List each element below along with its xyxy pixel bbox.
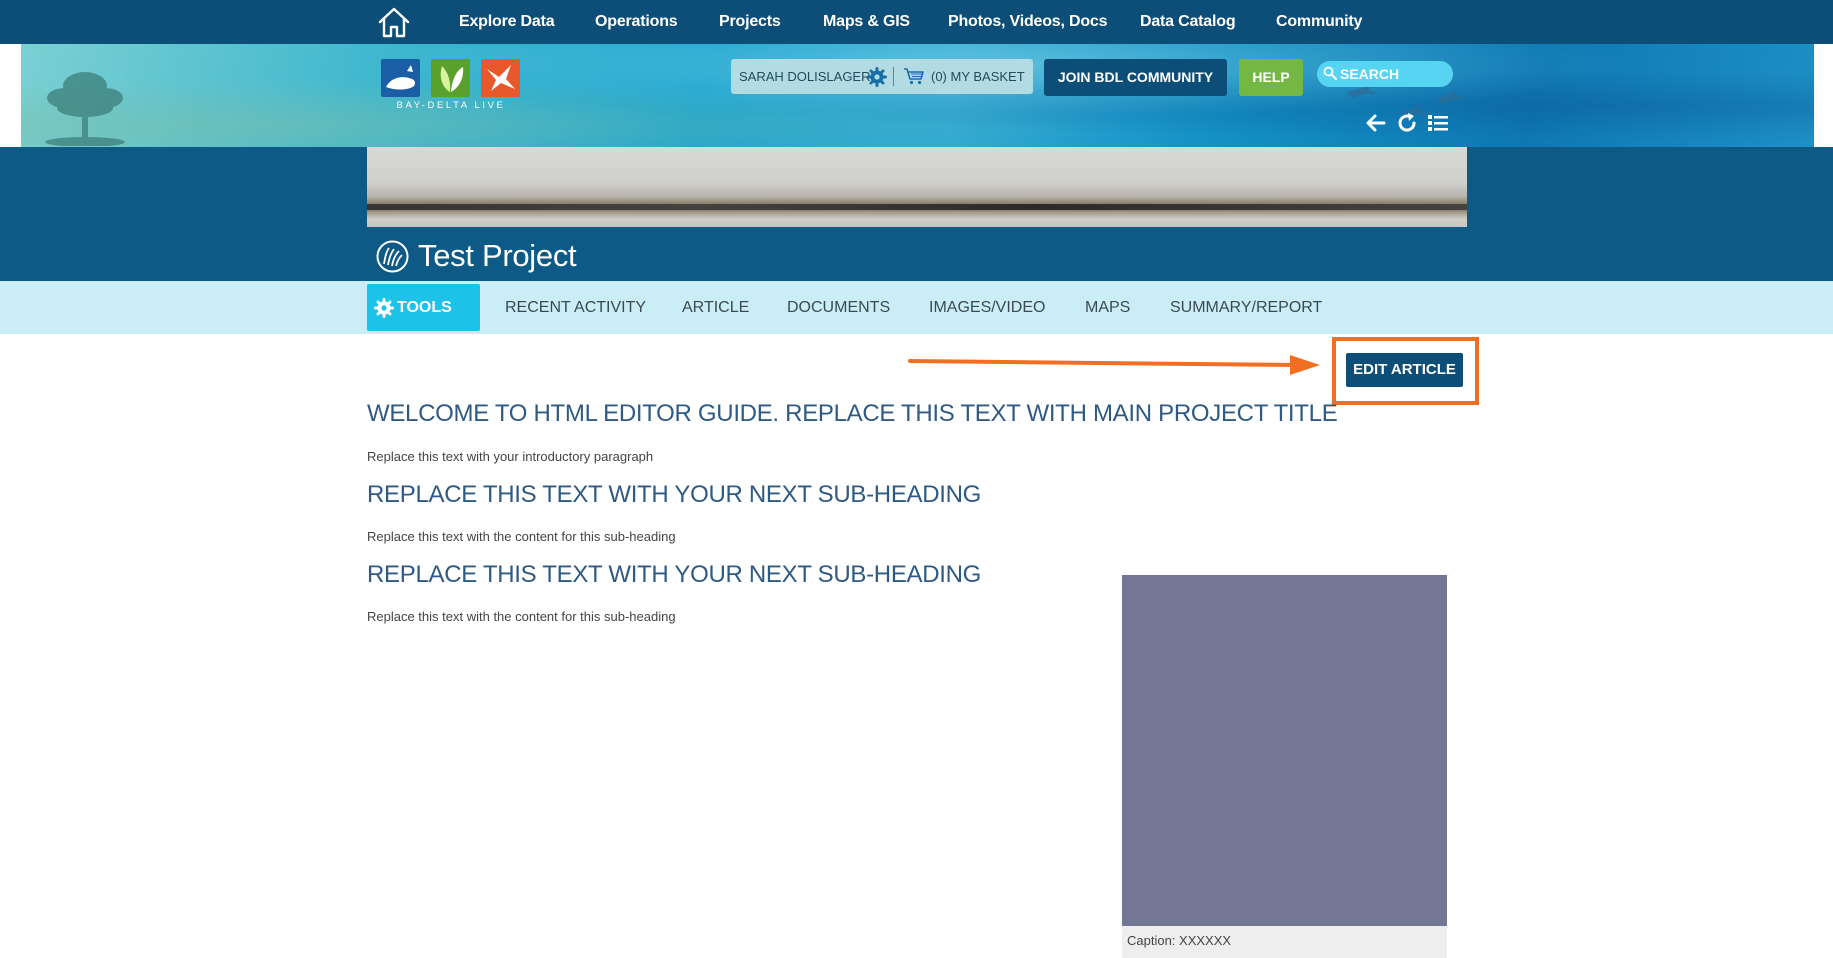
tree-silhouette-icon: [45, 72, 125, 146]
article-intro: Replace this text with your introductory…: [367, 449, 654, 464]
tab-images-video[interactable]: IMAGES/VIDEO: [929, 281, 1045, 334]
leaf-logo-icon: [431, 59, 470, 97]
my-basket-link[interactable]: (0) MY BASKET: [931, 59, 1025, 94]
list-icon[interactable]: [1426, 111, 1450, 135]
section-body: Replace this text with the content for t…: [367, 529, 676, 544]
tab-maps[interactable]: MAPS: [1085, 281, 1130, 334]
home-icon[interactable]: [376, 4, 412, 40]
user-panel-divider: [893, 67, 894, 86]
tools-gear-icon: [374, 298, 394, 318]
image-placeholder: [1122, 575, 1447, 926]
nav-operations[interactable]: Operations: [595, 0, 678, 44]
join-community-button[interactable]: JOIN BDL COMMUNITY: [1044, 59, 1227, 96]
help-button[interactable]: HELP: [1239, 59, 1303, 96]
tab-article[interactable]: ARTICLE: [682, 281, 749, 334]
nav-maps-gis[interactable]: Maps & GIS: [823, 0, 910, 44]
search-icon: [1323, 66, 1337, 80]
nav-projects[interactable]: Projects: [719, 0, 781, 44]
image-caption: Caption: XXXXXX: [1127, 933, 1232, 948]
search-input[interactable]: [1317, 61, 1453, 87]
nav-data-catalog[interactable]: Data Catalog: [1140, 0, 1236, 44]
user-name[interactable]: SARAH DOLISLAGER: [739, 59, 871, 94]
tools-label: TOOLS: [397, 299, 452, 316]
top-nav: Explore Data Operations Projects Maps & …: [0, 0, 1833, 44]
back-arrow-icon[interactable]: [1364, 111, 1388, 135]
project-title: Test Project: [418, 238, 577, 273]
nav-community[interactable]: Community: [1276, 0, 1362, 44]
section-heading: REPLACE THIS TEXT WITH YOUR NEXT SUB-HEA…: [367, 561, 982, 588]
nav-photos-videos-docs[interactable]: Photos, Videos, Docs: [948, 0, 1108, 44]
section-body: Replace this text with the content for t…: [367, 609, 676, 624]
project-hero-image: [367, 147, 1467, 227]
tools-button[interactable]: TOOLS: [367, 284, 480, 331]
site-banner: BAY-DELTA LIVE SARAH DOLISLAGER (0) MY B…: [0, 44, 1833, 147]
tab-recent-activity[interactable]: RECENT ACTIVITY: [505, 281, 646, 334]
settings-gear-icon[interactable]: [867, 67, 887, 87]
bay-delta-live-logo[interactable]: BAY-DELTA LIVE: [381, 59, 521, 111]
image-caption-box: Caption: XXXXXX: [1122, 926, 1447, 958]
article-title: WELCOME TO HTML EDITOR GUIDE. REPLACE TH…: [367, 400, 1338, 427]
tab-documents[interactable]: DOCUMENTS: [787, 281, 890, 334]
refresh-icon[interactable]: [1395, 111, 1419, 135]
section-heading: REPLACE THIS TEXT WITH YOUR NEXT SUB-HEA…: [367, 481, 982, 508]
bird-logo-icon: [481, 59, 520, 97]
user-panel: SARAH DOLISLAGER (0) MY BASKET: [731, 59, 1033, 94]
project-tab-bar: [0, 281, 1833, 334]
shopping-cart-icon[interactable]: [903, 67, 925, 85]
edit-article-button[interactable]: EDIT ARTICLE: [1346, 353, 1463, 387]
whale-logo-icon: [381, 59, 420, 97]
nav-explore-data[interactable]: Explore Data: [459, 0, 555, 44]
logo-wordmark: BAY-DELTA LIVE: [396, 100, 506, 111]
tab-summary-report[interactable]: SUMMARY/REPORT: [1170, 281, 1322, 334]
water-wave-icon: [376, 240, 409, 273]
callout-arrow: [908, 355, 1320, 375]
